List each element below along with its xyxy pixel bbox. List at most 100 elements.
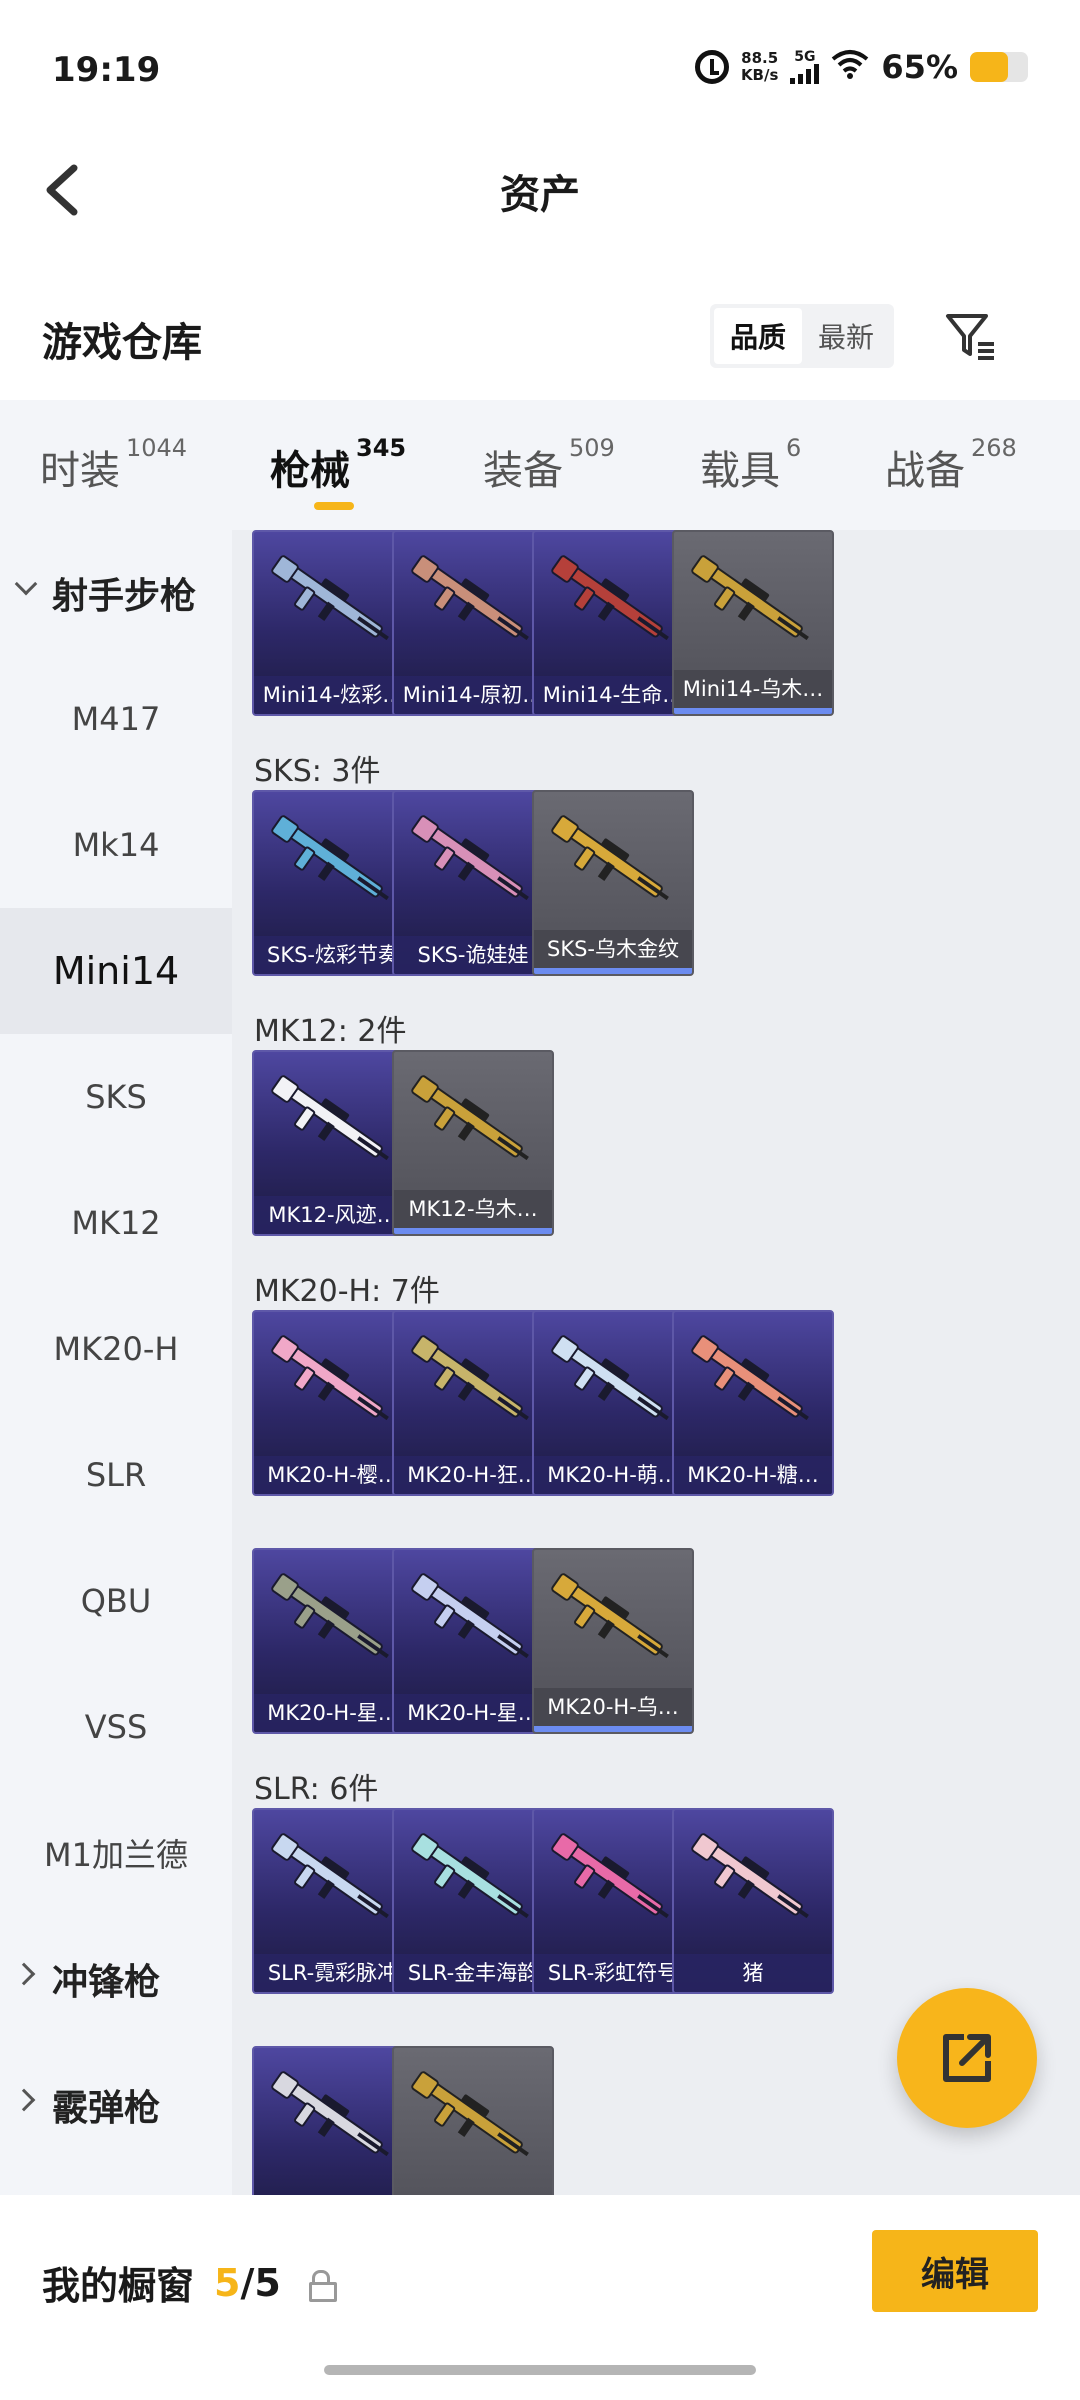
weapon-image	[271, 815, 389, 901]
weapon-name: MK20-H-星…	[394, 1694, 552, 1732]
alarm-icon	[694, 50, 729, 84]
weapon-card[interactable]: MK20-H-萌…	[532, 1310, 694, 1496]
sidebar-group-marksman[interactable]: 射手步枪	[0, 530, 232, 656]
sidebar-item-qbu[interactable]: QBU	[0, 1538, 232, 1664]
weapon-card[interactable]: Mini14-炫彩…	[252, 530, 414, 716]
status-time: 19:19	[52, 50, 161, 90]
weapon-card[interactable]	[392, 2046, 554, 2195]
weapon-card[interactable]: SKS-乌木金纹	[532, 790, 694, 976]
weapon-name: SLR-霓彩脉冲	[254, 1954, 412, 1992]
weapon-image	[551, 1335, 669, 1421]
network-speed: 88.5 KB/s	[740, 49, 779, 84]
sidebar-item-sks[interactable]: SKS	[0, 1034, 232, 1160]
weapon-name: Mini14-生命…	[534, 676, 692, 714]
weapon-card[interactable]: SKS-诡娃娃	[392, 790, 554, 976]
page-title: 资产	[500, 172, 580, 218]
tab-equipment[interactable]: 装备 509	[483, 434, 615, 496]
weapon-image	[411, 1075, 529, 1161]
sidebar-item-m417[interactable]: M417	[0, 656, 232, 782]
sidebar-item-mk12[interactable]: MK12	[0, 1160, 232, 1286]
warehouse-header: 游戏仓库 品质 最新	[0, 290, 1080, 400]
sidebar-item-vss[interactable]: VSS	[0, 1664, 232, 1790]
weapon-name: MK20-H-糖…	[674, 1456, 832, 1494]
weapon-name: Mini14-炫彩…	[254, 676, 412, 714]
weapon-card[interactable]: Mini14-原初…	[392, 530, 554, 716]
tab-fashion[interactable]: 时装 1044	[40, 434, 187, 496]
weapon-card[interactable]: MK20-H-星…	[392, 1548, 554, 1734]
chevron-down-icon	[14, 572, 38, 596]
weapon-card[interactable]: MK20-H-乌…	[532, 1548, 694, 1734]
weapon-image	[271, 555, 389, 641]
weapon-name: 猪	[674, 1954, 832, 1992]
share-icon	[943, 2034, 991, 2082]
weapon-name: SLR-金丰海韵	[394, 1954, 552, 1992]
weapon-card[interactable]: MK20-H-樱…	[252, 1310, 414, 1496]
showcase-label: 我的橱窗	[42, 2264, 195, 2308]
share-button[interactable]	[897, 1988, 1037, 2128]
weapon-image	[551, 815, 669, 901]
weapon-card[interactable]	[252, 2046, 414, 2195]
group-label: SKS: 3件	[254, 754, 381, 789]
group-label: MK20-H: 7件	[254, 1274, 440, 1309]
weapon-name: SKS-诡娃娃	[394, 936, 552, 974]
sidebar-group-shotgun[interactable]: 霰弹枪	[0, 2042, 232, 2168]
weapon-image	[551, 1833, 669, 1919]
showcase: 我的橱窗 5/5	[42, 2255, 337, 2310]
weapon-name: MK20-H-乌…	[534, 1688, 692, 1726]
weapon-image	[411, 1833, 529, 1919]
weapon-name: Mini14-乌木…	[674, 670, 832, 708]
weapon-image	[551, 555, 669, 641]
battery-icon	[970, 52, 1028, 82]
chevron-right-icon	[12, 1962, 36, 1986]
sidebar-item-mk20h[interactable]: MK20-H	[0, 1286, 232, 1412]
weapon-image	[551, 1573, 669, 1659]
weapon-card[interactable]: MK20-H-狂…	[392, 1310, 554, 1496]
weapon-grid: Mini14-炫彩… Mini14-原初… Mini14-生命… Mini14-乌木……	[232, 530, 1080, 2195]
showcase-count: 5/5	[214, 2260, 281, 2305]
weapon-card[interactable]: Mini14-生命…	[532, 530, 694, 716]
weapon-image	[271, 2071, 389, 2157]
battery-percent: 65%	[881, 48, 958, 86]
weapon-name: MK20-H-狂…	[394, 1456, 552, 1494]
weapon-name: MK20-H-樱…	[254, 1456, 412, 1494]
weapon-image	[411, 555, 529, 641]
tab-indicator	[314, 502, 354, 510]
weapon-image	[411, 1573, 529, 1659]
status-icons: 88.5 KB/s 5G 65%	[694, 48, 1028, 86]
sidebar-item-m1-garand[interactable]: M1加兰德	[0, 1790, 232, 1916]
weapon-card[interactable]: MK20-H-糖…	[672, 1310, 834, 1496]
filter-icon	[946, 314, 994, 360]
sort-toggle: 品质 最新	[710, 304, 894, 368]
tab-supplies[interactable]: 战备 268	[885, 434, 1017, 496]
weapon-name: SKS-乌木金纹	[534, 930, 692, 968]
weapon-card[interactable]: SLR-霓彩脉冲	[252, 1808, 414, 1994]
sidebar-group-smg[interactable]: 冲锋枪	[0, 1916, 232, 2042]
sidebar-item-slr[interactable]: SLR	[0, 1412, 232, 1538]
weapon-image	[271, 1075, 389, 1161]
weapon-card[interactable]: MK20-H-星…	[252, 1548, 414, 1734]
bottom-bar: 我的橱窗 5/5 编辑	[0, 2195, 1080, 2400]
weapon-card[interactable]: SLR-金丰海韵	[392, 1808, 554, 1994]
sidebar-item-mk14[interactable]: Mk14	[0, 782, 232, 908]
weapon-card[interactable]: Mini14-乌木…	[672, 530, 834, 716]
app-header: 资产	[0, 140, 1080, 250]
group-label: SLR: 6件	[254, 1772, 379, 1807]
weapon-card[interactable]: 猪	[672, 1808, 834, 1994]
lock-icon	[308, 2269, 337, 2302]
wifi-icon	[831, 49, 869, 85]
weapon-card[interactable]: MK12-乌木…	[392, 1050, 554, 1236]
weapon-name: MK20-H-萌…	[534, 1456, 692, 1494]
weapon-image	[271, 1335, 389, 1421]
edit-button[interactable]: 编辑	[872, 2230, 1038, 2312]
weapon-card[interactable]: SLR-彩虹符号	[532, 1808, 694, 1994]
sort-newest[interactable]: 最新	[802, 308, 890, 364]
weapon-name: Mini14-原初…	[394, 676, 552, 714]
tab-vehicles[interactable]: 载具 6	[700, 434, 801, 496]
sidebar-item-mini14[interactable]: Mini14	[0, 908, 232, 1034]
filter-button[interactable]	[940, 306, 1000, 366]
weapon-name: SKS-炫彩节奏	[254, 936, 412, 974]
weapon-card[interactable]: MK12-风迹…	[252, 1050, 414, 1236]
tab-firearms[interactable]: 枪械 345	[270, 434, 406, 510]
weapon-card[interactable]: SKS-炫彩节奏	[252, 790, 414, 976]
sort-quality[interactable]: 品质	[714, 308, 802, 364]
